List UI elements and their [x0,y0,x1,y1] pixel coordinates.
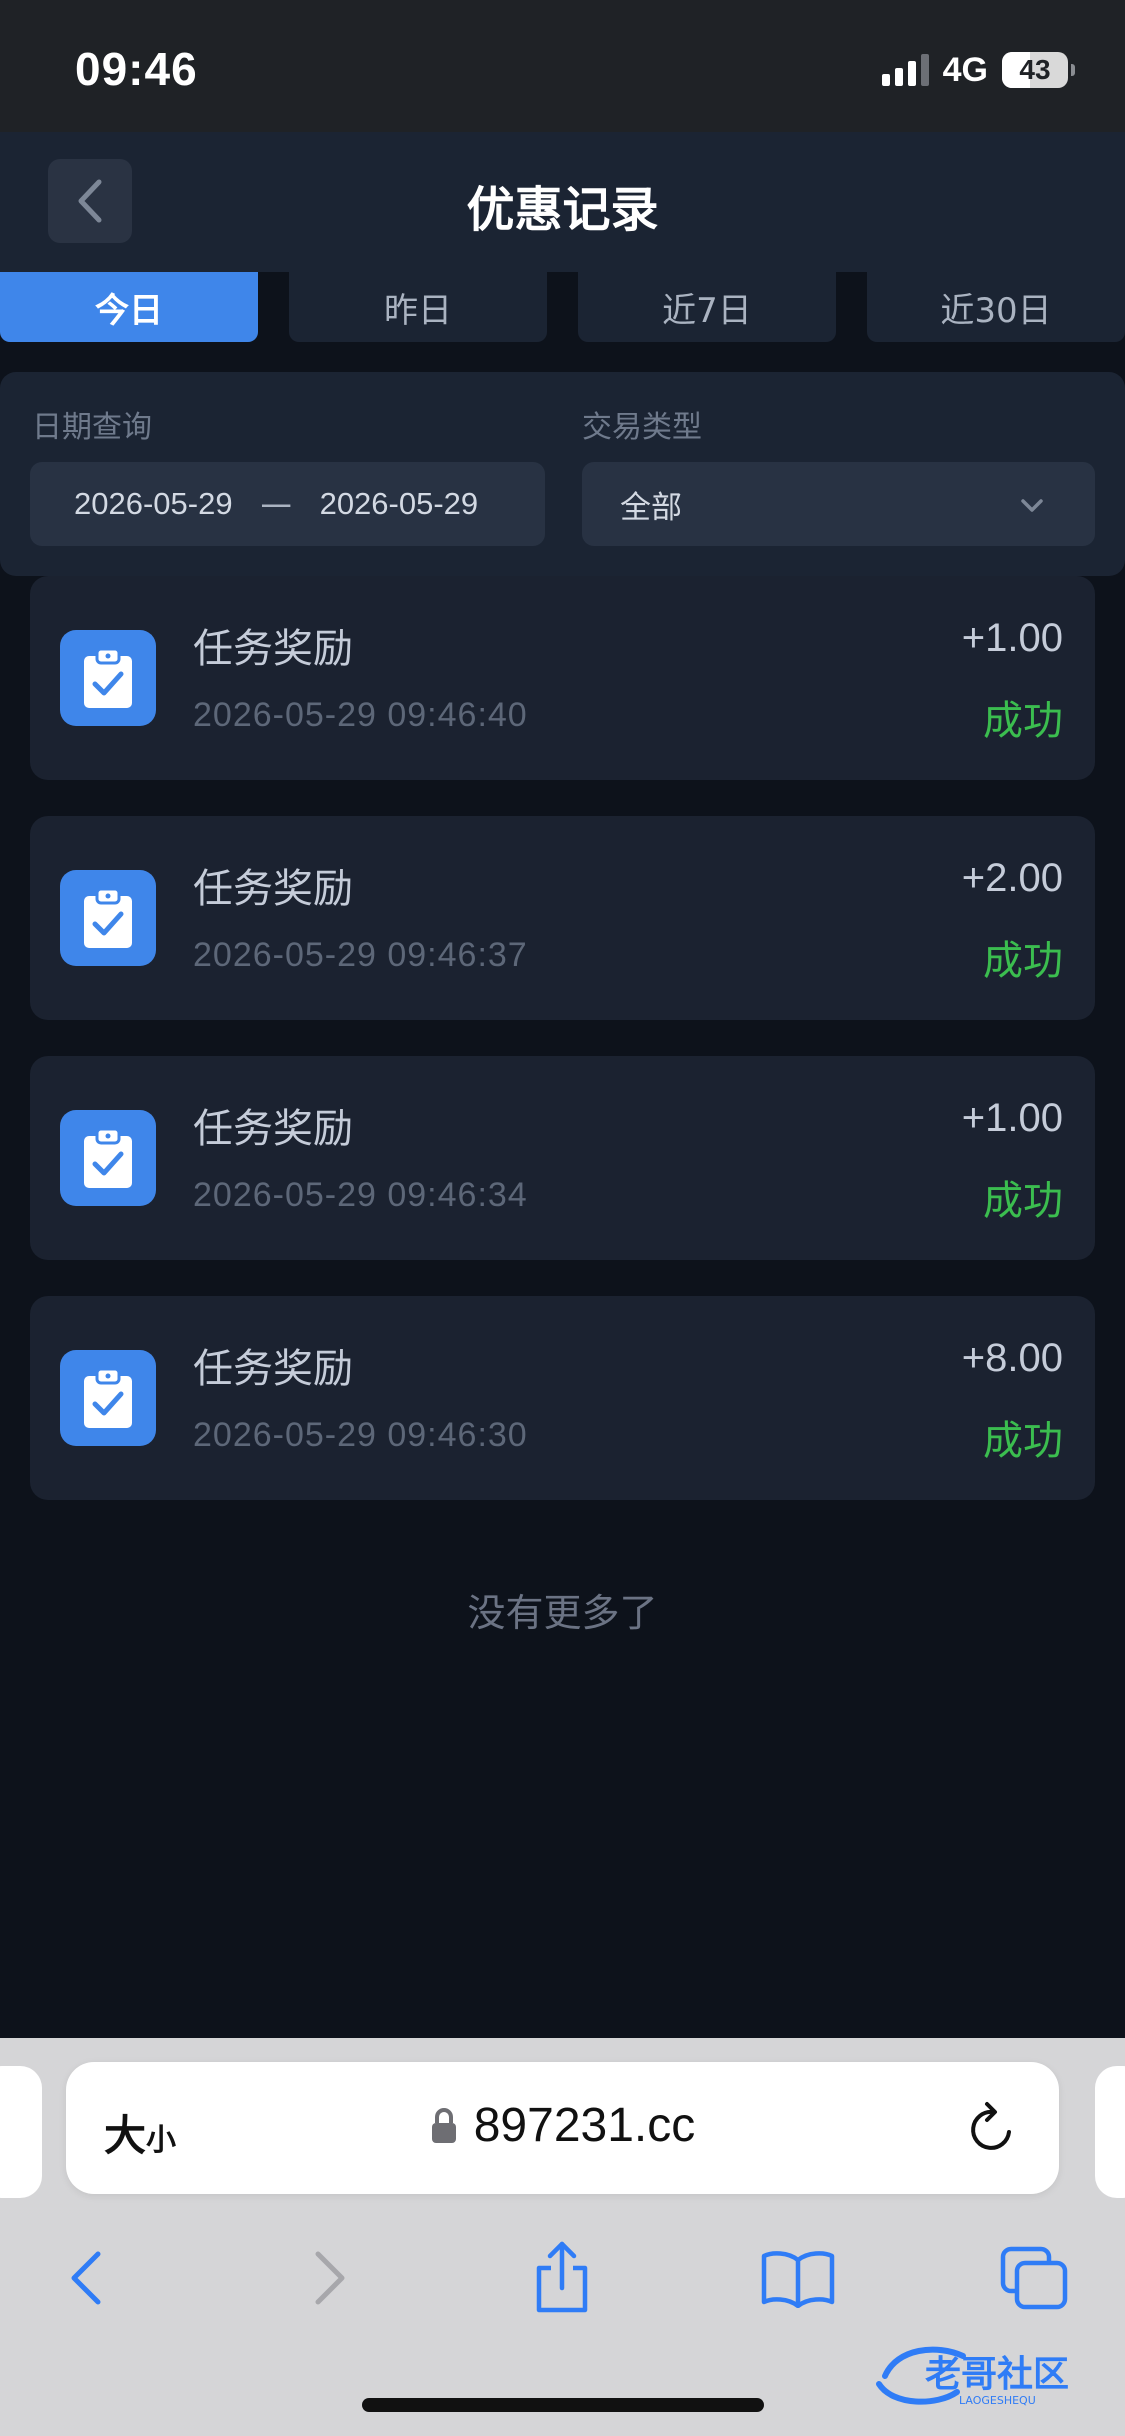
date-query-label: 日期查询 [32,410,152,445]
clipboard-check-icon [60,1110,156,1206]
signal-icon [881,54,929,86]
network-type: 4G [942,50,988,89]
reload-icon[interactable] [965,2098,1021,2158]
share-icon[interactable] [522,2238,602,2318]
filter-panel: 日期查询 交易类型 2026-05-29 一 2026-05-29 全部 [0,372,1125,576]
tab-today[interactable]: 今日 [0,272,258,342]
forward-icon[interactable] [290,2238,370,2318]
watermark-logo: 老哥社区 LAOGESHEQU [876,2346,1069,2407]
record-time: 2026-05-29 09:46:37 [193,936,528,974]
status-time: 09:46 [75,43,198,95]
clipboard-check-icon [60,630,156,726]
date-separator: 一 [260,489,292,525]
transaction-type-select[interactable]: 全部 [582,462,1095,546]
svg-text:老哥社区: 老哥社区 [925,2354,1069,2395]
tabs-icon[interactable] [994,2238,1074,2318]
record-title: 任务奖励 [193,866,353,912]
record-amount: +1.00 [961,616,1063,660]
record-title: 任务奖励 [193,1106,353,1152]
record-amount: +1.00 [961,1096,1063,1140]
record-time: 2026-05-29 09:46:30 [193,1416,528,1454]
previous-tab-preview[interactable] [0,2066,42,2198]
record-title: 任务奖励 [193,1346,353,1392]
lock-icon [431,2107,456,2143]
date-range-picker[interactable]: 2026-05-29 一 2026-05-29 [30,462,545,546]
transaction-type-label: 交易类型 [582,410,702,445]
record-amount: +2.00 [961,856,1063,900]
date-tabs: 今日 昨日 近7日 近30日 [0,272,1125,342]
svg-text:LAOGESHEQU: LAOGESHEQU [959,2394,1036,2407]
date-end: 2026-05-29 [319,486,479,521]
next-tab-preview[interactable] [1095,2066,1125,2198]
record-item[interactable]: 任务奖励 2026-05-29 09:46:34 +1.00 成功 [30,1056,1095,1260]
home-indicator[interactable] [362,2398,764,2412]
url-display[interactable]: 897231.cc [66,2098,1059,2153]
record-item[interactable]: 任务奖励 2026-05-29 09:46:40 +1.00 成功 [30,576,1095,780]
record-status: 成功 [983,1178,1063,1224]
record-item[interactable]: 任务奖励 2026-05-29 09:46:37 +2.00 成功 [30,816,1095,1020]
status-indicators: 4G 43 [881,50,1075,90]
record-status: 成功 [983,1418,1063,1464]
date-start: 2026-05-29 [74,486,233,521]
no-more-text: 没有更多了 [467,1591,658,1635]
record-status: 成功 [983,938,1063,984]
status-bar: 09:46 4G 43 [0,0,1125,132]
tab-7-days[interactable]: 近7日 [578,272,836,342]
battery-level: 43 [1019,54,1051,85]
record-item[interactable]: 任务奖励 2026-05-29 09:46:30 +8.00 成功 [30,1296,1095,1500]
url-text: 897231.cc [473,2099,696,2152]
tab-yesterday[interactable]: 昨日 [289,272,547,342]
address-bar[interactable]: 大小 897231.cc [66,2062,1059,2194]
tab-30-days[interactable]: 近30日 [867,272,1125,342]
record-status: 成功 [983,698,1063,744]
page-title: 优惠记录 [466,182,659,238]
record-amount: +8.00 [961,1336,1063,1380]
record-title: 任务奖励 [193,626,353,672]
battery-icon: 43 [1002,52,1075,88]
record-time: 2026-05-29 09:46:40 [193,696,528,734]
clipboard-check-icon [60,1350,156,1446]
transaction-type-value: 全部 [620,489,682,526]
record-time: 2026-05-29 09:46:34 [193,1176,528,1214]
clipboard-check-icon [60,870,156,966]
back-icon[interactable] [46,2238,126,2318]
browser-toolbar [0,2228,1125,2338]
chevron-down-icon [1021,499,1043,512]
app-header: 优惠记录 [0,132,1125,272]
bookmarks-icon[interactable] [758,2238,838,2318]
